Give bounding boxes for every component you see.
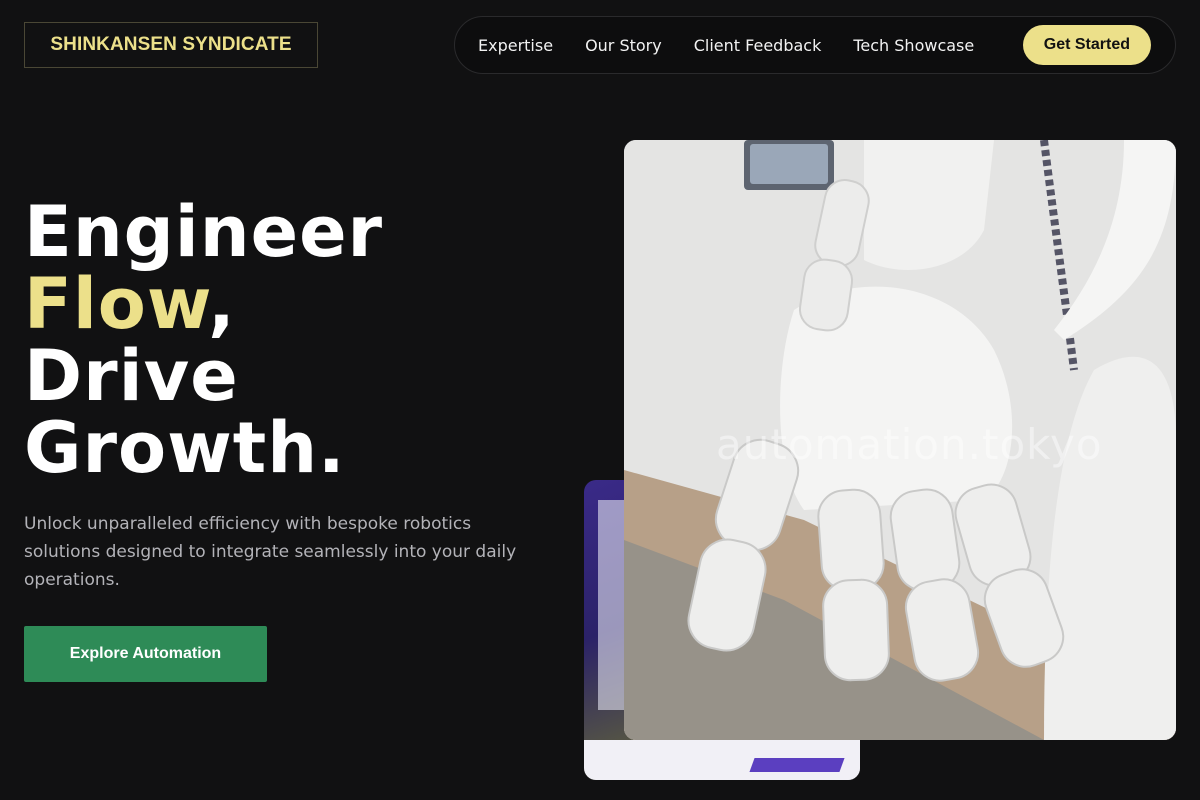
- headline-line-4: Growth.: [24, 407, 346, 489]
- nav-link-expertise[interactable]: Expertise: [478, 36, 553, 55]
- headline-accent-word: Flow: [24, 263, 209, 345]
- nav-link-client-feedback[interactable]: Client Feedback: [694, 36, 822, 55]
- headline-line-3: Drive: [24, 335, 239, 417]
- hero-headline: Engineer Flow, Drive Growth.: [24, 196, 383, 484]
- hero-subtext: Unlock unparalleled efficiency with besp…: [24, 514, 517, 590]
- get-started-button[interactable]: Get Started: [1022, 25, 1151, 65]
- image-detail: [598, 500, 624, 710]
- headline-line-1: Engineer: [24, 191, 384, 273]
- nav-link-our-story[interactable]: Our Story: [585, 36, 662, 55]
- headline-comma: ,: [208, 263, 236, 345]
- image-detail: [749, 758, 845, 772]
- brand-logo[interactable]: SHINKANSEN SYNDICATE: [24, 22, 318, 68]
- explore-automation-button[interactable]: Explore Automation: [24, 626, 267, 682]
- image-watermark: automation.tokyo: [716, 420, 1103, 469]
- main-nav: Expertise Our Story Client Feedback Tech…: [454, 16, 1176, 74]
- nav-link-tech-showcase[interactable]: Tech Showcase: [853, 36, 974, 55]
- robot-hand-image: automation.tokyo: [624, 140, 1176, 740]
- headline-line-2: Flow,: [24, 268, 383, 340]
